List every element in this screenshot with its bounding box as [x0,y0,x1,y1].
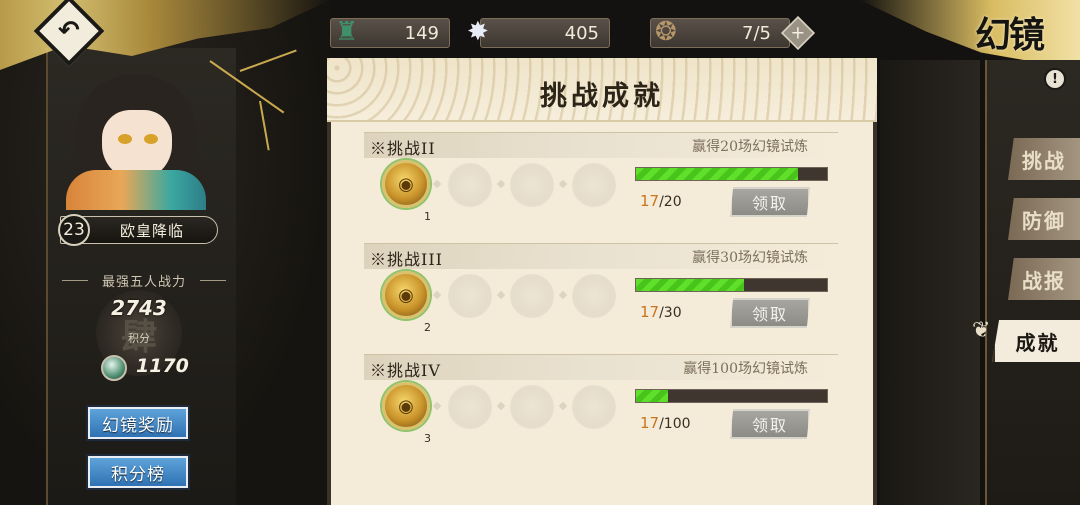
empty-reward-slot [510,385,554,429]
achievement-card: ※挑战IV 赢得100场幻镜试炼 ◉ 3 17/100 领取 [364,354,838,454]
separator-dot [432,179,442,189]
separator-dot [496,401,506,411]
empty-reward-slot [572,385,616,429]
claim-button[interactable]: 领取 [730,187,810,217]
progress-text: 17/30 [640,303,682,321]
portrait-coat [66,170,206,210]
separator-dot [432,401,442,411]
mirror-reward-button[interactable]: 幻镜奖励 [88,407,188,439]
claim-button[interactable]: 领取 [730,298,810,328]
separator-dot [496,290,506,300]
jade-icon: ♜ [335,17,359,47]
reward-coin-icon[interactable]: ◉ [382,271,430,319]
separator-dot [558,401,568,411]
progress-bar [635,167,828,181]
progress-current: 17 [640,192,660,210]
info-icon: ! [1052,71,1058,87]
player-level: 23 [58,214,90,246]
active-tab-marker-icon: ❦ [972,318,991,343]
progress-total: /100 [659,416,691,432]
achievement-desc: 赢得100场幻镜试炼 [683,361,808,377]
portrait-eye [118,134,132,144]
resource-stamina: ❂ 7/5 [650,17,790,48]
progress-text: 17/20 [640,192,682,210]
score-coin-icon [101,355,127,381]
tab-defense[interactable]: 防御 [1008,198,1080,240]
claim-button[interactable]: 领取 [730,409,810,439]
player-portrait[interactable] [66,70,206,210]
progress-fill [636,168,799,180]
right-rail [880,60,980,505]
gourd-icon: ❂ [655,17,677,47]
achievement-title: ※挑战III [370,250,443,269]
empty-reward-slot [448,274,492,318]
progress-current: 17 [640,303,660,321]
ranking-button[interactable]: 积分榜 [88,456,188,488]
reward-coin-icon[interactable]: ◉ [382,382,430,430]
achievement-card: ※挑战III 赢得30场幻镜试炼 ◉ 2 17/30 领取 [364,243,838,343]
progress-fill [636,279,745,291]
separator-dot [558,290,568,300]
progress-total: /20 [659,194,682,210]
resource-jade: ♜ 149 [330,17,450,48]
tab-challenge[interactable]: 挑战 [1008,138,1080,180]
progress-fill [636,390,669,402]
power-label: 最强五人战力 [60,271,228,290]
reward-count: 3 [424,432,431,445]
resource-star-value: 405 [564,22,599,44]
empty-reward-slot [448,385,492,429]
achievement-desc: 赢得30场幻镜试炼 [692,250,808,266]
plus-icon: + [790,23,806,43]
progress-current: 17 [640,414,660,432]
separator-dot [496,179,506,189]
empty-reward-slot [572,163,616,207]
empty-reward-slot [510,163,554,207]
panel-title: 挑战成就 [540,81,664,112]
resource-jade-value: 149 [404,22,439,44]
star-icon: ✸ [467,17,489,47]
reward-count: 1 [424,210,431,223]
achievement-title: ※挑战IV [370,361,441,380]
reward-count: 2 [424,321,431,334]
separator-dot [432,290,442,300]
progress-bar [635,278,828,292]
achievement-card: ※挑战II 赢得20场幻镜试炼 ◉ 1 17/20 领取 [364,132,838,232]
score-value: 1170 [136,355,189,377]
resource-star: ✸ 405 [467,17,610,48]
info-button[interactable]: ! [1044,68,1066,90]
empty-reward-slot [448,163,492,207]
separator-dot [558,179,568,189]
back-arrow-icon: ↶ [58,15,80,46]
tab-achievement[interactable]: 成就 [992,320,1080,362]
player-name: 欧皇降临 [119,222,184,240]
progress-total: /30 [659,305,682,321]
empty-reward-slot [510,274,554,318]
portrait-eye [144,134,158,144]
achievement-desc: 赢得20场幻镜试炼 [692,139,808,155]
empty-reward-slot [572,274,616,318]
achievement-title: ※挑战II [370,139,436,158]
tab-rail-divider [985,60,987,505]
resource-stamina-value: 7/5 [742,22,771,44]
power-value: 2743 [111,296,167,320]
score-label: 积分 [128,332,150,345]
progress-text: 17/100 [640,414,691,432]
reward-coin-icon[interactable]: ◉ [382,160,430,208]
mode-title: 幻镜 [975,14,1045,56]
tab-battle-report[interactable]: 战报 [1008,258,1080,300]
progress-bar [635,389,828,403]
